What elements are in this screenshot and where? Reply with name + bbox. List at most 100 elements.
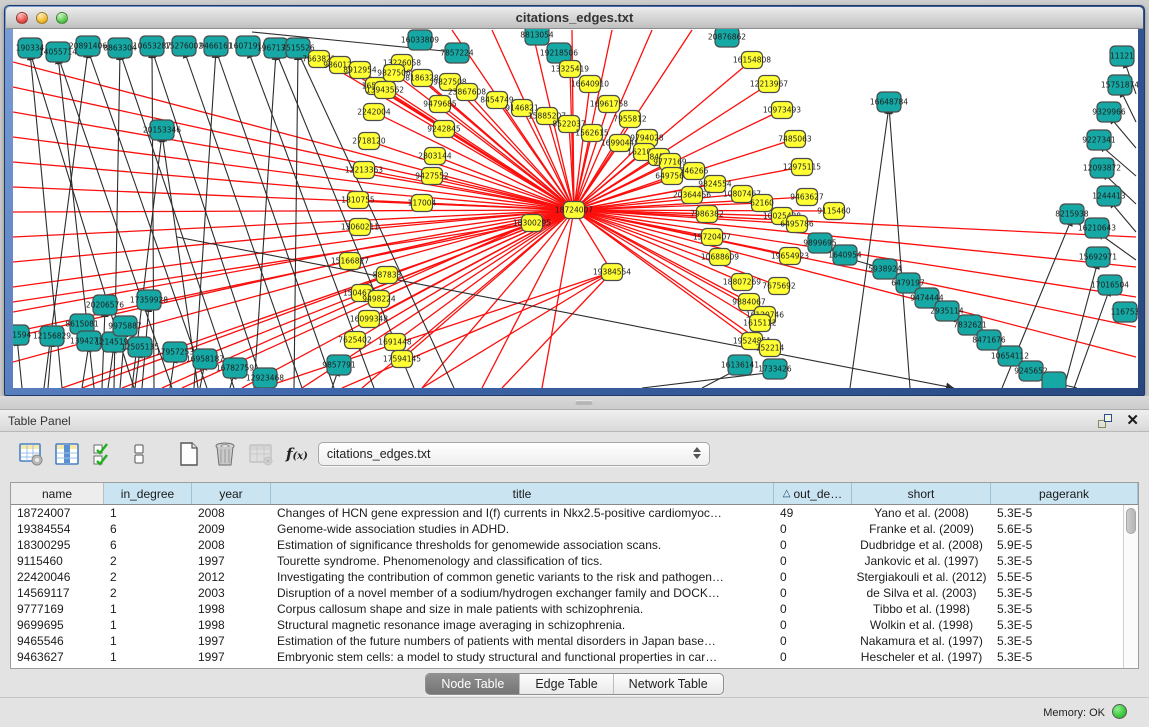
column-header-title[interactable]: title xyxy=(271,483,774,504)
graph-node[interactable]: 1640954 xyxy=(828,245,862,265)
graph-node[interactable]: 2803144 xyxy=(418,148,452,165)
graph-node[interactable]: 12975115 xyxy=(783,159,821,176)
graph-edge[interactable] xyxy=(1074,288,1110,388)
divider-grip[interactable] xyxy=(575,400,593,405)
graph-node[interactable]: 12093872 xyxy=(1083,158,1121,178)
column-header-short[interactable]: short xyxy=(852,483,991,504)
graph-node[interactable]: 12156829 xyxy=(33,326,71,346)
select-columns-icon[interactable] xyxy=(52,439,82,469)
select-rows-icon[interactable] xyxy=(88,439,118,469)
float-panel-icon[interactable] xyxy=(1098,414,1112,428)
delete-table-icon[interactable] xyxy=(210,439,240,469)
graph-edge[interactable] xyxy=(184,50,302,388)
graph-node[interactable]: 17016504 xyxy=(1091,275,1129,295)
graph-node[interactable]: 12213967 xyxy=(750,76,788,93)
graph-node[interactable]: 10688609 xyxy=(701,249,739,266)
network-canvas[interactable]: 1903341405571420891406886330410653287152… xyxy=(13,29,1138,388)
tab-network-table[interactable]: Network Table xyxy=(614,674,723,694)
table-selector-combobox[interactable]: citations_edges.txt xyxy=(318,442,710,466)
graph-node[interactable]: 7955812 xyxy=(613,111,647,128)
zoom-window-button[interactable] xyxy=(56,12,68,24)
column-header-out_de[interactable]: △out_de… xyxy=(774,483,852,504)
graph-node[interactable]: 16648784 xyxy=(870,92,908,112)
graph-edge[interactable] xyxy=(642,372,775,388)
graph-node[interactable]: 1733426 xyxy=(758,359,792,379)
graph-edge[interactable] xyxy=(194,50,216,388)
tab-edge-table[interactable]: Edge Table xyxy=(520,674,613,694)
graph-edge[interactable] xyxy=(889,106,910,388)
table-row[interactable]: 1456911722003Disruption of a novel membe… xyxy=(11,585,1138,601)
graph-node[interactable]: 1244413 xyxy=(1092,186,1126,206)
column-header-name[interactable]: name xyxy=(11,483,104,504)
table-row[interactable]: 1830029562008Estimation of significance … xyxy=(11,537,1138,553)
graph-node[interactable]: 9329966 xyxy=(1092,102,1126,122)
graph-node[interactable]: 117004 xyxy=(408,195,437,212)
close-window-button[interactable] xyxy=(16,12,28,24)
table-row[interactable]: 911546021997Tourette syndrome. Phenomeno… xyxy=(11,553,1138,569)
graph-edge[interactable] xyxy=(13,210,574,212)
graph-node[interactable]: 8215938 xyxy=(1055,204,1089,224)
new-table-icon[interactable] xyxy=(174,439,204,469)
column-header-pagerank[interactable]: pagerank xyxy=(991,483,1138,504)
table-row[interactable]: 977716911998Corpus callosum shape and si… xyxy=(11,601,1138,617)
graph-edge[interactable] xyxy=(422,272,612,388)
function-builder-icon[interactable]: f(x) xyxy=(286,445,308,463)
graph-node[interactable]: 19654923 xyxy=(771,248,809,265)
graph-node[interactable]: 9975887 xyxy=(108,316,142,336)
graph-edge[interactable] xyxy=(254,52,276,388)
graph-node[interactable]: 62160 xyxy=(750,195,774,212)
column-header-year[interactable]: year xyxy=(192,483,271,504)
minimize-window-button[interactable] xyxy=(36,12,48,24)
vertical-scrollbar[interactable] xyxy=(1123,505,1138,668)
graph-node[interactable]: 2718120 xyxy=(352,133,386,150)
graph-node[interactable]: 11121 xyxy=(1110,46,1134,66)
memory-status-indicator[interactable] xyxy=(1112,704,1127,719)
graph-edge[interactable] xyxy=(502,272,612,388)
split-pane-divider[interactable] xyxy=(0,396,1149,410)
graph-node[interactable]: 7986382 xyxy=(690,206,724,223)
graph-node[interactable]: 752214 xyxy=(756,340,785,357)
scrollbar-thumb[interactable] xyxy=(1126,508,1136,534)
table-row[interactable]: 946554611997Estimation of the future num… xyxy=(11,633,1138,649)
graph-edge[interactable] xyxy=(294,52,298,388)
graph-node[interactable]: 9479685 xyxy=(423,96,457,113)
graph-node[interactable]: 15276002 xyxy=(165,36,203,56)
graph-node[interactable]: 9115460 xyxy=(817,203,851,220)
close-panel-icon[interactable]: ✕ xyxy=(1126,413,1139,428)
delete-column-icon[interactable] xyxy=(246,439,276,469)
graph-edge[interactable] xyxy=(542,210,574,388)
table-settings-icon[interactable] xyxy=(16,439,46,469)
graph-edge[interactable] xyxy=(13,223,532,302)
graph-node[interactable]: 7485063 xyxy=(778,131,812,148)
graph-node[interactable]: 9857791 xyxy=(322,355,356,375)
graph-node[interactable]: 7675692 xyxy=(762,278,796,295)
graph-node[interactable]: 7857224 xyxy=(440,43,474,63)
table-row[interactable]: 969969511998Structural magnetic resonanc… xyxy=(11,617,1138,633)
window-titlebar[interactable]: citations_edges.txt xyxy=(6,7,1143,29)
graph-node[interactable]: 16136141 xyxy=(721,355,759,375)
table-row[interactable]: 1938455462009Genome-wide association stu… xyxy=(11,521,1138,537)
graph-node[interactable]: 8863304 xyxy=(103,38,137,58)
graph-edge[interactable] xyxy=(574,133,592,210)
graph-node[interactable]: 17359928 xyxy=(130,290,168,310)
tab-node-table[interactable]: Node Table xyxy=(426,674,520,694)
graph-node[interactable] xyxy=(1042,372,1066,388)
graph-node[interactable]: 9463627 xyxy=(790,189,824,206)
hide-columns-icon[interactable] xyxy=(124,439,154,469)
table-row[interactable]: 946362711997Embryonic stem cells: a mode… xyxy=(11,649,1138,665)
graph-node[interactable]: 9466161 xyxy=(199,36,233,56)
table-row[interactable]: 2242004622012Investigating the contribut… xyxy=(11,569,1138,585)
graph-node[interactable]: 887833 xyxy=(373,267,402,284)
graph-node[interactable]: 15751874 xyxy=(1101,75,1138,95)
graph-edge[interactable] xyxy=(13,112,574,210)
graph-node[interactable]: 9227341 xyxy=(1082,130,1116,150)
graph-node[interactable]: 331594 xyxy=(13,325,32,345)
graph-node[interactable]: 16640910 xyxy=(571,76,609,93)
table-row[interactable]: 1872400712008Changes of HCN gene express… xyxy=(11,505,1138,521)
graph-node[interactable]: 16154808 xyxy=(733,52,771,69)
graph-node[interactable]: 116753 xyxy=(1111,302,1138,322)
graph-node[interactable]: 8813054 xyxy=(520,29,554,45)
column-header-in_degree[interactable]: in_degree xyxy=(104,483,192,504)
graph-node[interactable]: 20876862 xyxy=(708,29,746,47)
graph-node[interactable]: 746266 xyxy=(680,163,709,180)
